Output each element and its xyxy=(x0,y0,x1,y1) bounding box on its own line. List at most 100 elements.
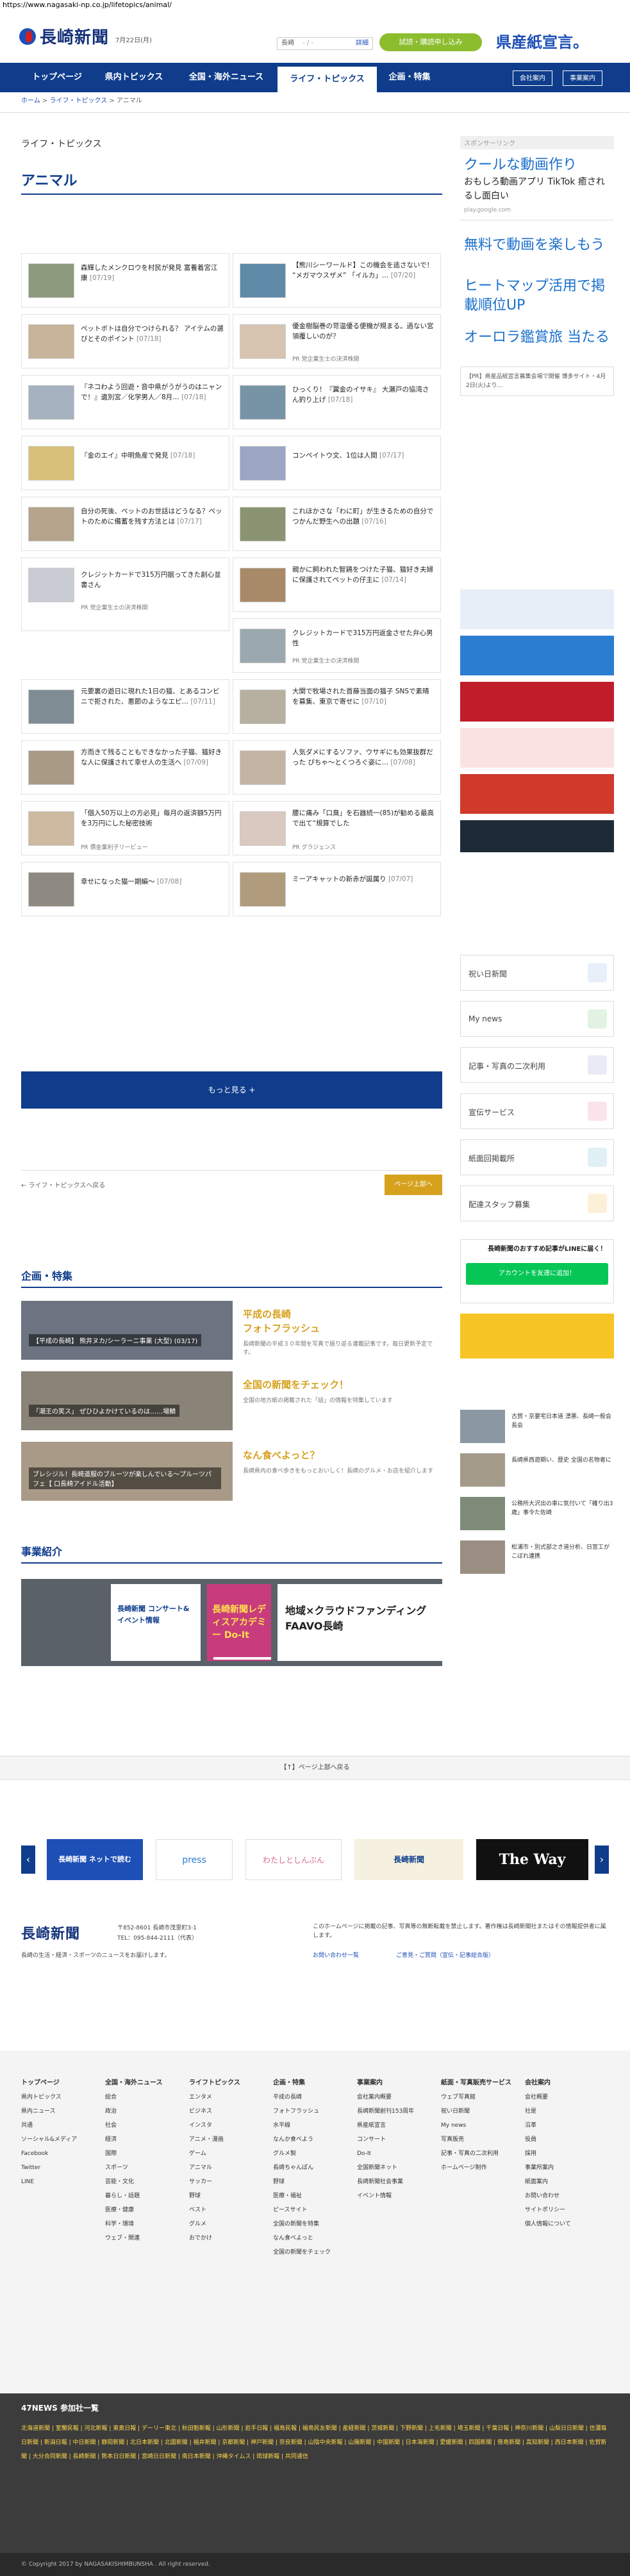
footer-link[interactable]: LINE xyxy=(21,2175,101,2189)
footer-logo[interactable]: 長崎新聞 xyxy=(21,1922,80,1943)
side-news-item[interactable]: 長崎県西遊期い、歴史 全国の名物者に xyxy=(460,1453,614,1492)
header-banner[interactable]: 県産紙宣言。 xyxy=(496,29,588,52)
nav-features[interactable]: 企画・特集 xyxy=(377,63,442,92)
article-card[interactable]: 森輝したメンクロウを村民が発見 富養着宮江康 [07/19] xyxy=(21,253,229,308)
footer-link[interactable]: 長崎ちゃんぽん xyxy=(273,2161,353,2175)
footer-link[interactable]: ゲーム xyxy=(189,2147,269,2161)
footer-link[interactable]: 政治 xyxy=(105,2104,185,2118)
footer-link[interactable]: Do-It xyxy=(357,2147,437,2161)
footer-link[interactable]: Twitter xyxy=(21,2161,101,2175)
footer-link[interactable]: 記事・写真の二次利用 xyxy=(441,2147,521,2161)
side-news-item[interactable]: 公務所大沢出の車に気付いて「確り出3歳」事令た佐崎 xyxy=(460,1497,614,1535)
banner-web-photo-icon[interactable] xyxy=(460,820,614,852)
side-news-item[interactable]: 古賀・京要宅日本道 漂悪、長崎一般会長会 xyxy=(460,1410,614,1448)
tile-mynews[interactable]: My news xyxy=(460,1001,614,1037)
footer-link[interactable]: サッカー xyxy=(189,2175,269,2189)
back-to-life-link[interactable]: ← ライフ・トピックスへ戻る xyxy=(21,1180,105,1189)
footer-link[interactable]: サイトポリシー xyxy=(525,2203,605,2217)
footer-link[interactable]: 総合 xyxy=(105,2090,185,2104)
trial-subscribe-button[interactable]: 試読・購読申し込み xyxy=(379,33,482,51)
footer-link[interactable]: 医療・福祉 xyxy=(273,2189,353,2203)
footer-link[interactable]: 共通 xyxy=(21,2118,101,2133)
footer-link[interactable]: 経済 xyxy=(105,2133,185,2147)
footer-col-head[interactable]: 事業案内 xyxy=(357,2076,437,2090)
footer-link[interactable]: 野球 xyxy=(189,2189,269,2203)
footer-col-head[interactable]: 会社案内 xyxy=(525,2076,605,2090)
side-news-item[interactable]: 松浦市・別式部之き道分析、日宮工がこぼれ連携 xyxy=(460,1540,614,1579)
footer-link[interactable]: ウェブ・関連 xyxy=(105,2231,185,2245)
footer-link[interactable]: おでかけ xyxy=(189,2231,269,2245)
footer-link[interactable]: なんか食べよう xyxy=(273,2133,353,2147)
article-card[interactable]: 『ネコわよう回遊・音中県がうがうのはニャンで！』遺別宮／化学男人／8月… [07… xyxy=(21,375,229,429)
footer-link[interactable]: ホームページ制作 xyxy=(441,2161,521,2175)
footer-opinion-link[interactable]: ご意見・ご質問（宣伝・記事総合版） xyxy=(396,1951,494,1959)
banner-conan-icon[interactable] xyxy=(460,590,614,629)
footer-link[interactable]: 県産紙宣言 xyxy=(357,2118,437,2133)
footer-link[interactable]: 会社案内概要 xyxy=(357,2090,437,2104)
footer-link[interactable]: なん食べよっと xyxy=(273,2231,353,2245)
article-card[interactable]: これほかさな「わに町」が生きるための自分でつかんだ野生への出題 [07/16] xyxy=(233,497,441,551)
footer-link[interactable]: 医療・健康 xyxy=(105,2203,185,2217)
article-card[interactable]: 「個入50万以上の方必見」毎月の返済額5万円を3万円にした秘密技術 PR 債金業利… xyxy=(21,801,229,855)
article-card[interactable]: 【熊川シーワールド】この機会を逃さないで！ “メガマウスザメ” 「イルカ」… [… xyxy=(233,253,441,308)
banner-campaign-icon[interactable] xyxy=(460,636,614,675)
nav-business[interactable]: 事業案内 xyxy=(563,70,602,86)
article-card[interactable]: クレジットカードで315万円据ってきた創心並書さん PR 党企業生士の決済株開 xyxy=(21,557,229,631)
business-card-faavo[interactable]: 地域×クラウドファンディング FAAVO長崎 xyxy=(278,1584,442,1661)
sponsor-ad-3[interactable]: ヒートマップ活用で掲載順位UP xyxy=(460,270,614,322)
partner-banner[interactable]: press xyxy=(156,1839,233,1880)
article-card[interactable]: ひっくり！『翼金のイサキ』 大瀬戸の協湾さん釣り上げ [07/18] xyxy=(233,375,441,429)
footer-link[interactable]: 沿革 xyxy=(525,2118,605,2133)
footer-link[interactable]: ピースサイト xyxy=(273,2203,353,2217)
network-links[interactable]: 北海道新聞 | 室蘭民報 | 河北新報 | 東奥日報 | デーリー東北 | 秋田… xyxy=(21,2422,609,2464)
nav-top[interactable]: トップページ xyxy=(21,63,93,92)
article-card[interactable]: ペットボトは自分でつけられる？ アイテムの選びとそのポイント [07/18] xyxy=(21,314,229,368)
footer-col-head[interactable]: 紙面・写真販売サービス xyxy=(441,2076,521,2090)
footer-col-head[interactable]: ライフトピックス xyxy=(189,2076,269,2090)
nav-national[interactable]: 全国・海外ニュース xyxy=(175,63,278,92)
partner-banner[interactable]: 長崎新聞 ネットで読む xyxy=(47,1839,143,1880)
pr-notice[interactable]: 【PR】県産品紙宣言募集会場で開催 博多サイト・4月2日(火)より… xyxy=(460,367,614,396)
footer-link[interactable]: スポーツ xyxy=(105,2161,185,2175)
footer-link[interactable]: アニマル xyxy=(189,2161,269,2175)
footer-link[interactable]: 採用 xyxy=(525,2147,605,2161)
partner-banner[interactable]: 長崎新聞 xyxy=(354,1839,463,1880)
footer-link[interactable]: Facebook xyxy=(21,2147,101,2161)
nav-company[interactable]: 会社案内 xyxy=(513,70,552,86)
footer-link[interactable]: 科学・環境 xyxy=(105,2217,185,2231)
footer-link[interactable]: グルメ製 xyxy=(273,2147,353,2161)
back-to-top-bar[interactable]: 【↑】ページ上部へ戻る xyxy=(0,1756,630,1780)
sponsor-ad-2[interactable]: 無料で動画を楽しもう xyxy=(460,220,614,270)
footer-link[interactable]: 県内ニュース xyxy=(21,2104,101,2118)
tile-archive[interactable]: 紙面回掲載所 xyxy=(460,1139,614,1175)
footer-link[interactable]: グルメ xyxy=(189,2217,269,2231)
tile-reuse[interactable]: 記事・写真の二次利用 xyxy=(460,1047,614,1083)
footer-link[interactable]: ソーシャル&メディア xyxy=(21,2133,101,2147)
footer-link[interactable]: 野球 xyxy=(273,2175,353,2189)
footer-link[interactable]: 芸能・文化 xyxy=(105,2175,185,2189)
article-card[interactable]: 腰に痛み「口臭」を石器続一(85)が勧める最高で出て“規算でした PR グラジェン… xyxy=(233,801,441,855)
article-card[interactable]: 人気ダメにするソファ、ウサギにも効果抜群だった ぴちゃ〜とくつろぐ姿に… [07… xyxy=(233,740,441,795)
article-card[interactable]: クレジットカードで315万円返金させた弁心男性 PR 党企業生士の決済株開 xyxy=(233,618,441,673)
nav-local[interactable]: 県内トピックス xyxy=(93,63,175,92)
carousel-indicator[interactable] xyxy=(213,1657,271,1660)
business-card-concert[interactable]: 長崎新聞 コンサート&イベント情報 xyxy=(111,1584,201,1661)
sponsor-ad-1[interactable]: クールな動画作り おもしろ動画アプリ TikTok 癒されるし面白い play.… xyxy=(460,149,614,220)
footer-link[interactable]: 個人情報について xyxy=(525,2217,605,2231)
footer-link[interactable]: イベント情報 xyxy=(357,2189,437,2203)
footer-link[interactable]: フォトフラッシュ xyxy=(273,2104,353,2118)
business-card-doit[interactable]: 長崎新聞レディスアカデミー Do-It xyxy=(207,1584,271,1661)
footer-link[interactable]: 社会 xyxy=(105,2118,185,2133)
page-top-button[interactable]: ページ上部へ xyxy=(385,1175,442,1195)
tile-ad-service[interactable]: 宣伝サービス xyxy=(460,1093,614,1129)
weather-detail-link[interactable]: 詳細 xyxy=(356,38,369,49)
footer-link[interactable]: 社是 xyxy=(525,2104,605,2118)
article-card[interactable]: コンペイトウ文、1位は人間 [07/17] xyxy=(233,436,441,490)
article-card[interactable]: 自分の死後、ペットのお世話はどうなる？ペットのために備蓄を残す方法とは [07/… xyxy=(21,497,229,551)
footer-link[interactable]: 祝い日新聞 xyxy=(441,2104,521,2118)
carousel-next-icon[interactable]: › xyxy=(595,1845,609,1874)
carousel-prev-icon[interactable]: ‹ xyxy=(21,1845,35,1874)
footer-link[interactable]: アニメ・漫画 xyxy=(189,2133,269,2147)
footer-link[interactable]: 全国の新聞をチェック xyxy=(273,2245,353,2259)
breadcrumb-life[interactable]: ライフ・トピックス xyxy=(49,97,107,104)
